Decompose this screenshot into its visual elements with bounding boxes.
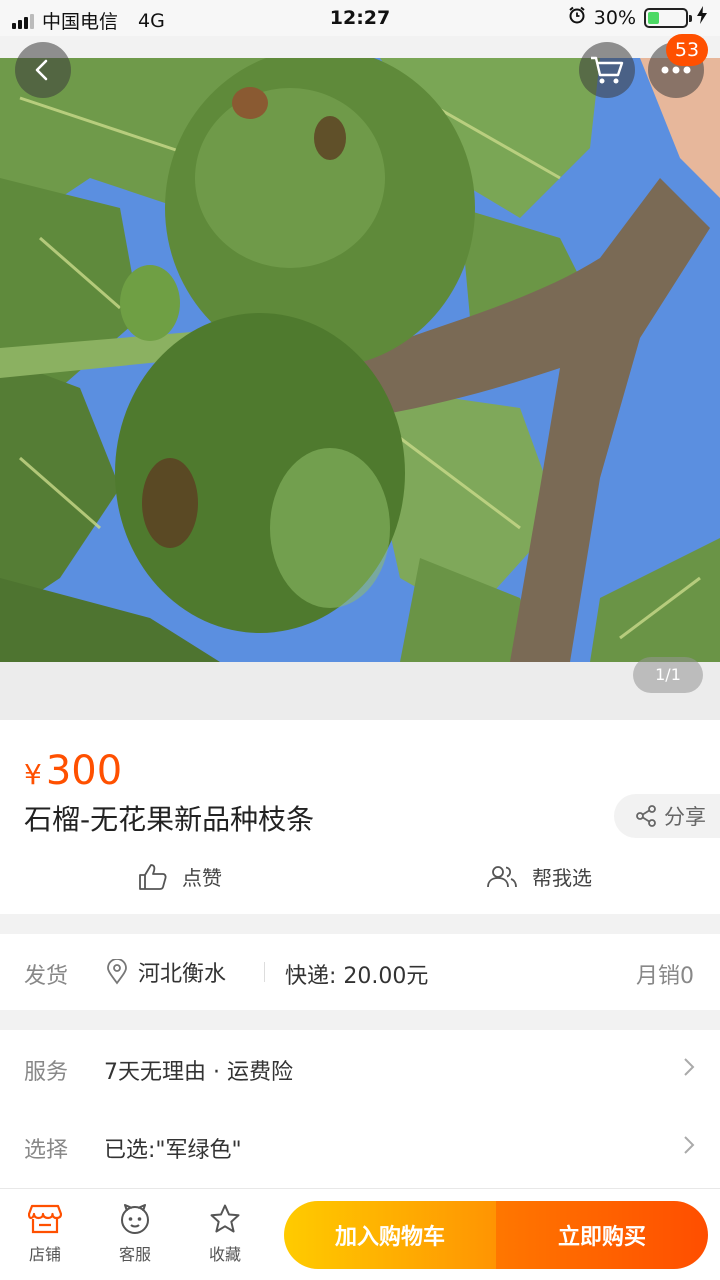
status-bar-right: 30% [568,6,708,29]
product-detail-page: 中国电信 4G 12:27 30% 53 1/1 ¥ 300 石榴-无花果新品种… [0,0,720,1280]
help-choose-label: 帮我选 [532,866,592,890]
cart-button[interactable] [579,42,635,98]
shop-label: 店铺 [28,1245,61,1264]
buy-now-button[interactable]: 立即购买 [496,1201,708,1269]
divider [264,962,265,982]
select-label: 选择 [24,1138,69,1163]
battery-fill [648,11,659,24]
customer-service-label: 客服 [118,1245,151,1264]
shipping-row: 发货 河北衡水 快递: 20.00元 月销0 [0,934,720,1010]
service-card: 服务 7天无理由 · 运费险 选择 已选:"军绿色" [0,1030,720,1194]
product-photo[interactable] [0,58,720,662]
service-row[interactable]: 服务 7天无理由 · 运费险 [0,1030,720,1108]
status-bar: 中国电信 4G 12:27 30% [0,0,720,36]
alarm-icon [568,6,586,29]
charging-icon [696,6,708,29]
customer-service-tab[interactable]: 客服 [100,1203,170,1265]
gallery-footer [0,662,720,720]
shipping-location-text: 河北衡水 [138,962,227,987]
back-arrow-icon [35,59,48,81]
chevron-right-icon [684,1136,695,1154]
select-sku-row[interactable]: 选择 已选:"军绿色" [0,1108,720,1186]
shop-icon [28,1204,62,1234]
price: ¥ 300 [24,748,122,794]
star-icon [210,1204,240,1233]
price-value: 300 [45,748,123,794]
shop-tab[interactable]: 店铺 [10,1203,80,1265]
like-button[interactable]: 点赞 [138,862,222,891]
image-counter: 1/1 [633,657,703,693]
monthly-sales: 月销0 [636,964,694,989]
service-label: 服务 [24,1060,69,1085]
bottom-action-bar: 店铺 客服 收藏 加入购物车 立即购买 [0,1188,720,1280]
customer-service-icon [121,1204,149,1234]
select-value: 已选:"军绿色" [104,1138,242,1163]
help-choose-button[interactable]: 帮我选 [486,862,592,891]
message-count-badge: 53 [666,34,708,66]
people-icon [487,865,517,887]
product-title: 石榴-无花果新品种枝条 [24,803,315,836]
cart-icon [591,56,624,84]
shipping-fee: 快递: 20.00元 [285,964,429,989]
back-button[interactable] [15,42,71,98]
favorite-label: 收藏 [208,1245,241,1264]
add-to-cart-button[interactable]: 加入购物车 [284,1201,496,1269]
fig-tree-photo [0,58,720,662]
battery-percent: 30% [593,6,636,29]
chevron-right-icon [684,1058,695,1076]
battery-icon [644,7,692,28]
shipping-location: 河北衡水 [106,956,226,988]
thumbs-up-icon [139,863,167,890]
share-icon [636,805,656,827]
more-dots-icon [661,66,691,74]
currency-symbol: ¥ [24,758,42,791]
shipping-label: 发货 [24,964,69,989]
like-label: 点赞 [182,866,222,890]
share-button[interactable]: 分享 [614,794,720,838]
service-value: 7天无理由 · 运费险 [104,1060,293,1085]
share-label: 分享 [664,805,706,829]
favorite-tab[interactable]: 收藏 [190,1203,260,1265]
product-info-card: ¥ 300 石榴-无花果新品种枝条 分享 点赞 帮我选 [0,720,720,914]
location-pin-icon [107,959,127,985]
